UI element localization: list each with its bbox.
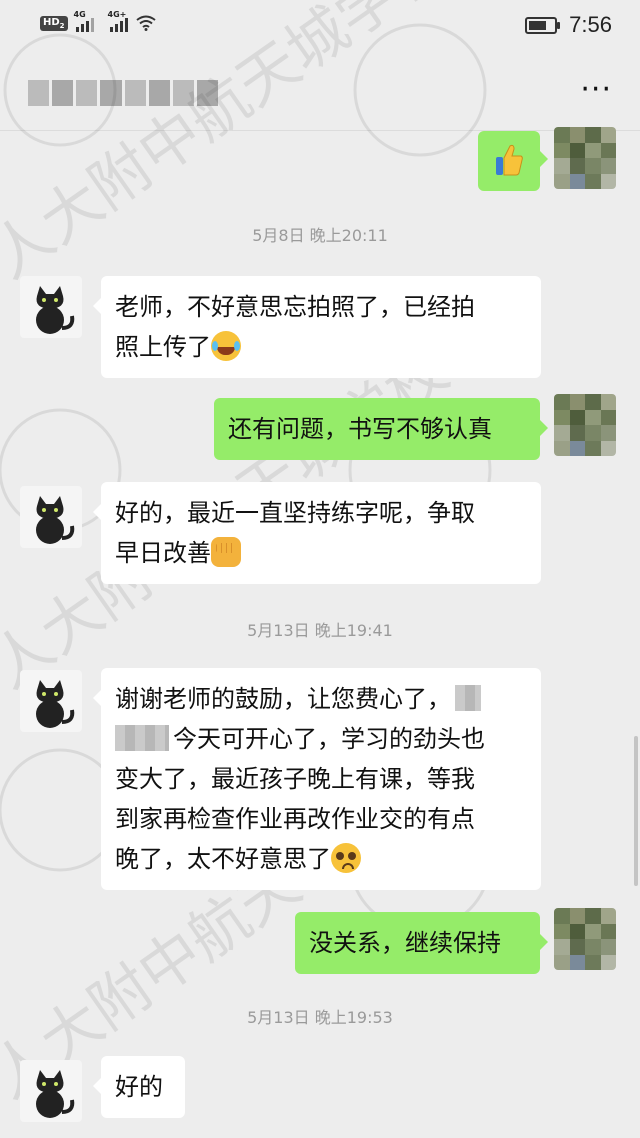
- chat-title-redacted: [28, 80, 218, 106]
- thumbs-up-icon: [496, 144, 523, 176]
- message-line: 好的，最近一直坚持练字呢，争取: [115, 499, 475, 527]
- signal-icon-2: 4G+: [108, 10, 128, 32]
- black-cat-icon: [36, 496, 75, 544]
- incoming-message-bubble[interactable]: 好的，最近一直坚持练字呢，争取 早日改善: [93, 482, 541, 584]
- laughing-crying-emoji-icon: [211, 331, 241, 361]
- incoming-message-bubble[interactable]: 好的: [93, 1056, 185, 1118]
- contact-avatar[interactable]: [20, 1060, 82, 1122]
- message-line: 照上传了: [115, 327, 527, 367]
- my-avatar[interactable]: [554, 908, 616, 970]
- message-text: 好的: [115, 1073, 163, 1101]
- scrollbar[interactable]: [634, 736, 638, 886]
- black-cat-icon: [36, 680, 75, 728]
- message-text: 还有问题，书写不够认真: [228, 415, 492, 443]
- incoming-message-bubble[interactable]: 谢谢老师的鼓励，让您费心了， 今天可开心了，学习的劲头也 变大了，最近孩子晚上有…: [93, 668, 541, 890]
- outgoing-message-bubble[interactable]: 还有问题，书写不够认真: [214, 398, 548, 460]
- pleading-face-emoji-icon: [331, 843, 361, 873]
- incoming-message-bubble[interactable]: 老师，不好意思忘拍照了，已经拍 照上传了: [93, 276, 541, 378]
- message-line: 今天可开心了，学习的劲头也: [115, 719, 527, 759]
- status-left: HD2 4G 4G+: [40, 10, 156, 32]
- black-cat-icon: [36, 286, 75, 334]
- contact-avatar[interactable]: [20, 486, 82, 548]
- wifi-icon: [135, 15, 156, 31]
- my-avatar[interactable]: [554, 127, 616, 189]
- message-line: 谢谢老师的鼓励，让您费心了，: [115, 679, 527, 719]
- hd-badge: HD2: [40, 15, 68, 31]
- message-line: 晚了，太不好意思了: [115, 839, 527, 879]
- my-avatar[interactable]: [554, 394, 616, 456]
- redacted-name: [455, 685, 481, 711]
- status-bar: HD2 4G 4G+ 7:56: [0, 0, 640, 54]
- outgoing-message-bubble[interactable]: 没关系，继续保持: [295, 912, 548, 974]
- status-right: 7:56: [525, 12, 612, 38]
- black-cat-icon: [36, 1070, 75, 1118]
- fist-emoji-icon: [211, 537, 241, 567]
- message-line: 到家再检查作业再改作业交的有点: [115, 805, 475, 833]
- message-line: 早日改善: [115, 533, 527, 573]
- battery-icon: [525, 16, 561, 34]
- timestamp: 5月8日 晚上20:11: [252, 226, 388, 245]
- contact-avatar[interactable]: [20, 276, 82, 338]
- message-text: 没关系，继续保持: [309, 929, 501, 957]
- clock: 7:56: [569, 12, 612, 37]
- timestamp: 5月13日 晚上19:53: [247, 1008, 393, 1027]
- timestamp: 5月13日 晚上19:41: [247, 621, 393, 640]
- redacted-name: [115, 725, 169, 751]
- chat-header: ···: [0, 54, 640, 131]
- more-options-button[interactable]: ···: [580, 75, 612, 105]
- signal-icon: 4G: [74, 10, 94, 32]
- contact-avatar[interactable]: [20, 670, 82, 732]
- message-line: 变大了，最近孩子晚上有课，等我: [115, 765, 475, 793]
- message-line: 老师，不好意思忘拍照了，已经拍: [115, 293, 475, 321]
- outgoing-emoji-bubble[interactable]: [478, 131, 548, 191]
